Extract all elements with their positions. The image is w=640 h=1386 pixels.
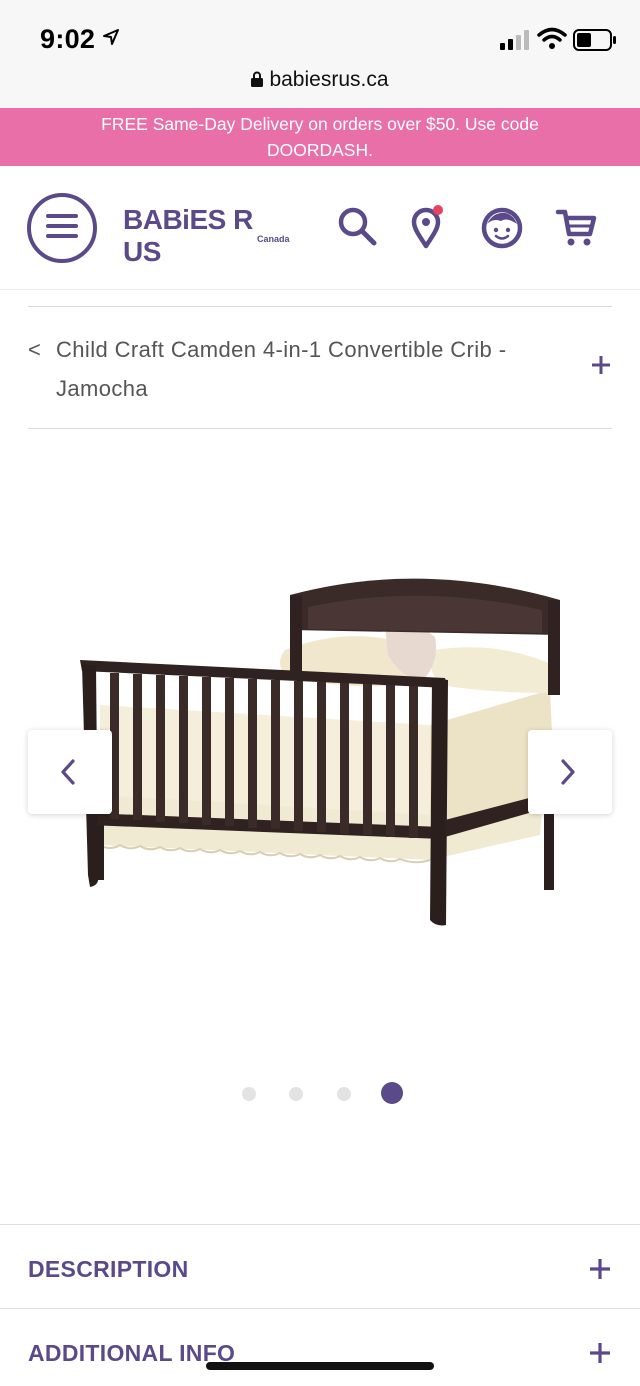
divider: [28, 306, 612, 307]
cart-icon[interactable]: [554, 204, 600, 250]
product-image-carousel[interactable]: [0, 440, 640, 1210]
promo-banner[interactable]: FREE Same-Day Delivery on orders over $5…: [0, 108, 640, 166]
product-image-crib: [80, 578, 561, 926]
divider: [28, 428, 612, 429]
expand-plus-icon: [590, 1259, 610, 1279]
carousel-pagination: [240, 1082, 420, 1106]
chevron-left-icon: [61, 759, 75, 785]
search-icon[interactable]: [334, 204, 380, 250]
breadcrumb-title[interactable]: Child Craft Camden 4-in-1 Convertible Cr…: [28, 330, 558, 408]
location-arrow-icon: [103, 29, 119, 45]
status-time: 9:02: [40, 24, 96, 54]
divider: [0, 1308, 640, 1309]
carousel-prev-button[interactable]: [28, 730, 112, 814]
status-bar: 9:02: [0, 0, 640, 62]
carousel-dot-active[interactable]: [381, 1082, 403, 1104]
accordion-label: DESCRIPTION: [28, 1256, 189, 1282]
chevron-right-icon: [561, 759, 575, 785]
address-bar[interactable]: babiesrus.ca: [0, 62, 640, 108]
store-locator-icon[interactable]: [404, 204, 450, 250]
menu-icon-bar: [46, 214, 78, 218]
carousel-dot[interactable]: [242, 1087, 256, 1101]
url-text: babiesrus.ca: [269, 68, 389, 91]
breadcrumb-back[interactable]: <: [28, 330, 41, 369]
battery-icon: [573, 29, 616, 51]
carousel-next-button[interactable]: [528, 730, 612, 814]
promo-text: FREE Same-Day Delivery on orders over $5…: [101, 114, 539, 160]
logo-text: BABiES R US: [123, 204, 253, 267]
home-indicator[interactable]: [206, 1362, 434, 1370]
accordion-description[interactable]: DESCRIPTION: [0, 1226, 640, 1310]
cellular-signal-icon: [500, 30, 529, 50]
accordion-label: ADDITIONAL INFO: [28, 1340, 236, 1366]
site-header: BABiES R US Canada: [0, 166, 640, 290]
accordion-additional-info[interactable]: ADDITIONAL INFO: [0, 1310, 640, 1386]
site-logo[interactable]: BABiES R US Canada: [123, 204, 295, 267]
divider: [0, 1224, 640, 1225]
menu-icon-bar: [46, 224, 78, 228]
wifi-icon: [537, 27, 567, 49]
lock-icon: [251, 71, 264, 87]
expand-plus-icon[interactable]: [590, 354, 612, 376]
expand-plus-icon: [590, 1343, 610, 1363]
carousel-dot[interactable]: [337, 1087, 351, 1101]
logo-subtitle: Canada: [257, 234, 290, 244]
menu-button[interactable]: [27, 193, 97, 263]
account-icon[interactable]: [479, 204, 525, 250]
menu-icon-bar: [46, 234, 78, 238]
breadcrumb[interactable]: < Child Craft Camden 4-in-1 Convertible …: [28, 330, 558, 408]
carousel-dot[interactable]: [289, 1087, 303, 1101]
